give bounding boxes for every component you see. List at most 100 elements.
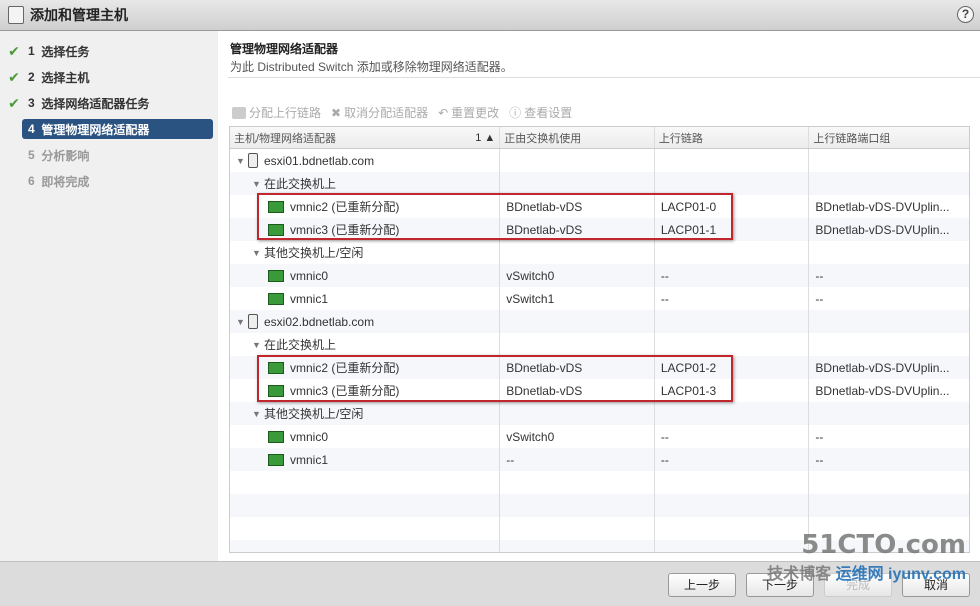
back-button[interactable]: 上一步: [668, 573, 736, 597]
help-icon[interactable]: ?: [957, 6, 974, 23]
group-row[interactable]: ▼ 在此交换机上: [230, 333, 969, 356]
adapter-name: esxi01.bdnetlab.com: [264, 153, 375, 168]
column-header-uplink[interactable]: 上行链路: [655, 127, 810, 148]
uplink-cell: --: [655, 448, 810, 471]
adapter-name: 其他交换机上/空闲: [264, 407, 364, 421]
group-row[interactable]: ▼ 其他交换机上/空闲: [230, 402, 969, 425]
portgroup-cell: --: [815, 291, 824, 306]
assign-uplink-button[interactable]: 分配上行链路: [232, 104, 321, 121]
cancel-button[interactable]: 取消: [902, 573, 970, 597]
host-row[interactable]: ▼ esxi02.bdnetlab.com: [230, 310, 969, 333]
switch-cell: [500, 241, 655, 264]
reset-changes-button[interactable]: ↶ 重置更改: [438, 104, 499, 121]
adapter-name: vmnic0: [290, 429, 329, 444]
toolbar: 分配上行链路 ✖ 取消分配适配器 ↶ 重置更改 ⓘ 查看设置: [232, 104, 572, 121]
wizard-step-1[interactable]: ✔ 1 选择任务: [0, 41, 214, 61]
uplink-cell: --: [655, 425, 810, 448]
uplink-cell: [655, 402, 810, 425]
highlight-box: [257, 355, 733, 402]
host-row[interactable]: ▼ esxi01.bdnetlab.com: [230, 149, 969, 172]
title-bar: 添加和管理主机 ?: [0, 0, 980, 31]
step-number: 3: [28, 96, 35, 110]
adapter-name: 在此交换机上: [264, 338, 337, 352]
step-label: 选择主机: [41, 70, 90, 85]
portgroup-cell: BDnetlab-vDS-DVUplin...: [815, 383, 950, 398]
column-header-portgroup[interactable]: 上行链路端口组: [809, 127, 969, 148]
step-label: 即将完成: [41, 174, 90, 189]
empty-row: [230, 471, 969, 494]
network-adapter-icon: [268, 269, 284, 282]
host-icon: [248, 314, 258, 329]
adapter-row[interactable]: vmnic0 vSwitch0 -- --: [230, 425, 969, 448]
adapter-row[interactable]: vmnic0 vSwitch0 -- --: [230, 264, 969, 287]
portgroup-cell: [809, 241, 969, 264]
adapter-name: vmnic1: [290, 291, 329, 306]
portgroup-cell: --: [815, 268, 824, 283]
switch-cell: vSwitch1: [500, 287, 655, 310]
assign-icon: [232, 106, 246, 119]
adapter-row[interactable]: vmnic1 -- -- --: [230, 448, 969, 471]
expand-toggle-icon[interactable]: ▼: [252, 179, 264, 189]
uplink-cell: [655, 333, 810, 356]
portgroup-cell: BDnetlab-vDS-DVUplin...: [815, 222, 950, 237]
finish-button: 完成: [824, 573, 892, 597]
page-title: 管理物理网络适配器: [230, 42, 339, 56]
expand-toggle-icon[interactable]: ▼: [252, 340, 264, 350]
network-adapter-icon: [268, 453, 284, 466]
adapter-name: vmnic0: [290, 268, 329, 283]
info-icon: ⓘ: [509, 106, 522, 120]
adapter-table: 主机/物理网络适配器 1 ▲ 正由交换机使用 上行链路 上行链路端口组 ▼ esxi…: [229, 126, 970, 553]
step-number: 5: [28, 148, 35, 162]
uplink-cell: [655, 241, 810, 264]
wizard-step-6: 6 即将完成: [0, 171, 214, 191]
uplink-cell: --: [655, 287, 810, 310]
empty-row: [230, 494, 969, 517]
wizard-step-4[interactable]: 4 管理物理网络适配器: [22, 119, 213, 139]
check-icon: ✔: [8, 68, 20, 85]
host-icon: [248, 153, 258, 168]
next-button[interactable]: 下一步: [746, 573, 814, 597]
sort-indicator: 1 ▲: [475, 131, 496, 144]
window-title: 添加和管理主机: [30, 7, 128, 23]
highlight-box: [257, 193, 733, 240]
switch-cell: --: [500, 448, 655, 471]
switch-cell: [500, 310, 655, 333]
switch-cell: [500, 172, 655, 195]
portgroup-cell: [809, 333, 969, 356]
check-icon: ✔: [8, 42, 20, 59]
expand-toggle-icon[interactable]: ▼: [252, 248, 264, 258]
empty-row: [230, 540, 969, 552]
expand-toggle-icon[interactable]: ▼: [236, 156, 248, 166]
footer: 上一步 下一步 完成 取消: [0, 561, 980, 606]
view-settings-button[interactable]: ⓘ 查看设置: [509, 104, 572, 121]
switch-cell: [500, 402, 655, 425]
expand-toggle-icon[interactable]: ▼: [252, 409, 264, 419]
portgroup-cell: BDnetlab-vDS-DVUplin...: [815, 199, 950, 214]
portgroup-cell: [809, 310, 969, 333]
column-header-adapter[interactable]: 主机/物理网络适配器 1 ▲: [230, 127, 501, 148]
step-number: 2: [28, 70, 35, 84]
adapter-name: 在此交换机上: [264, 177, 337, 191]
wizard-icon: [8, 6, 24, 24]
adapter-row[interactable]: vmnic1 vSwitch1 -- --: [230, 287, 969, 310]
adapter-name: esxi02.bdnetlab.com: [264, 314, 375, 329]
uplink-cell: [655, 149, 810, 172]
group-row[interactable]: ▼ 在此交换机上: [230, 172, 969, 195]
wizard-step-3[interactable]: ✔ 3 选择网络适配器任务: [0, 93, 214, 113]
portgroup-cell: --: [815, 429, 824, 444]
uplink-cell: [655, 310, 810, 333]
step-label: 选择网络适配器任务: [41, 96, 150, 111]
column-header-switch[interactable]: 正由交换机使用: [500, 127, 655, 148]
group-row[interactable]: ▼ 其他交换机上/空闲: [230, 241, 969, 264]
network-adapter-icon: [268, 430, 284, 443]
adapter-name: 其他交换机上/空闲: [264, 246, 364, 260]
wizard-steps: ✔ 1 选择任务 ✔ 2 选择主机 ✔ 3 选择网络适配器任务 4 管理物理网络适配器 5 分…: [0, 31, 218, 561]
switch-cell: [500, 333, 655, 356]
network-adapter-icon: [268, 292, 284, 305]
check-icon: ✔: [8, 94, 20, 111]
portgroup-cell: --: [815, 452, 824, 467]
uplink-cell: [655, 172, 810, 195]
wizard-step-2[interactable]: ✔ 2 选择主机: [0, 67, 214, 87]
expand-toggle-icon[interactable]: ▼: [236, 317, 248, 327]
unassign-adapter-button[interactable]: ✖ 取消分配适配器: [331, 104, 428, 121]
